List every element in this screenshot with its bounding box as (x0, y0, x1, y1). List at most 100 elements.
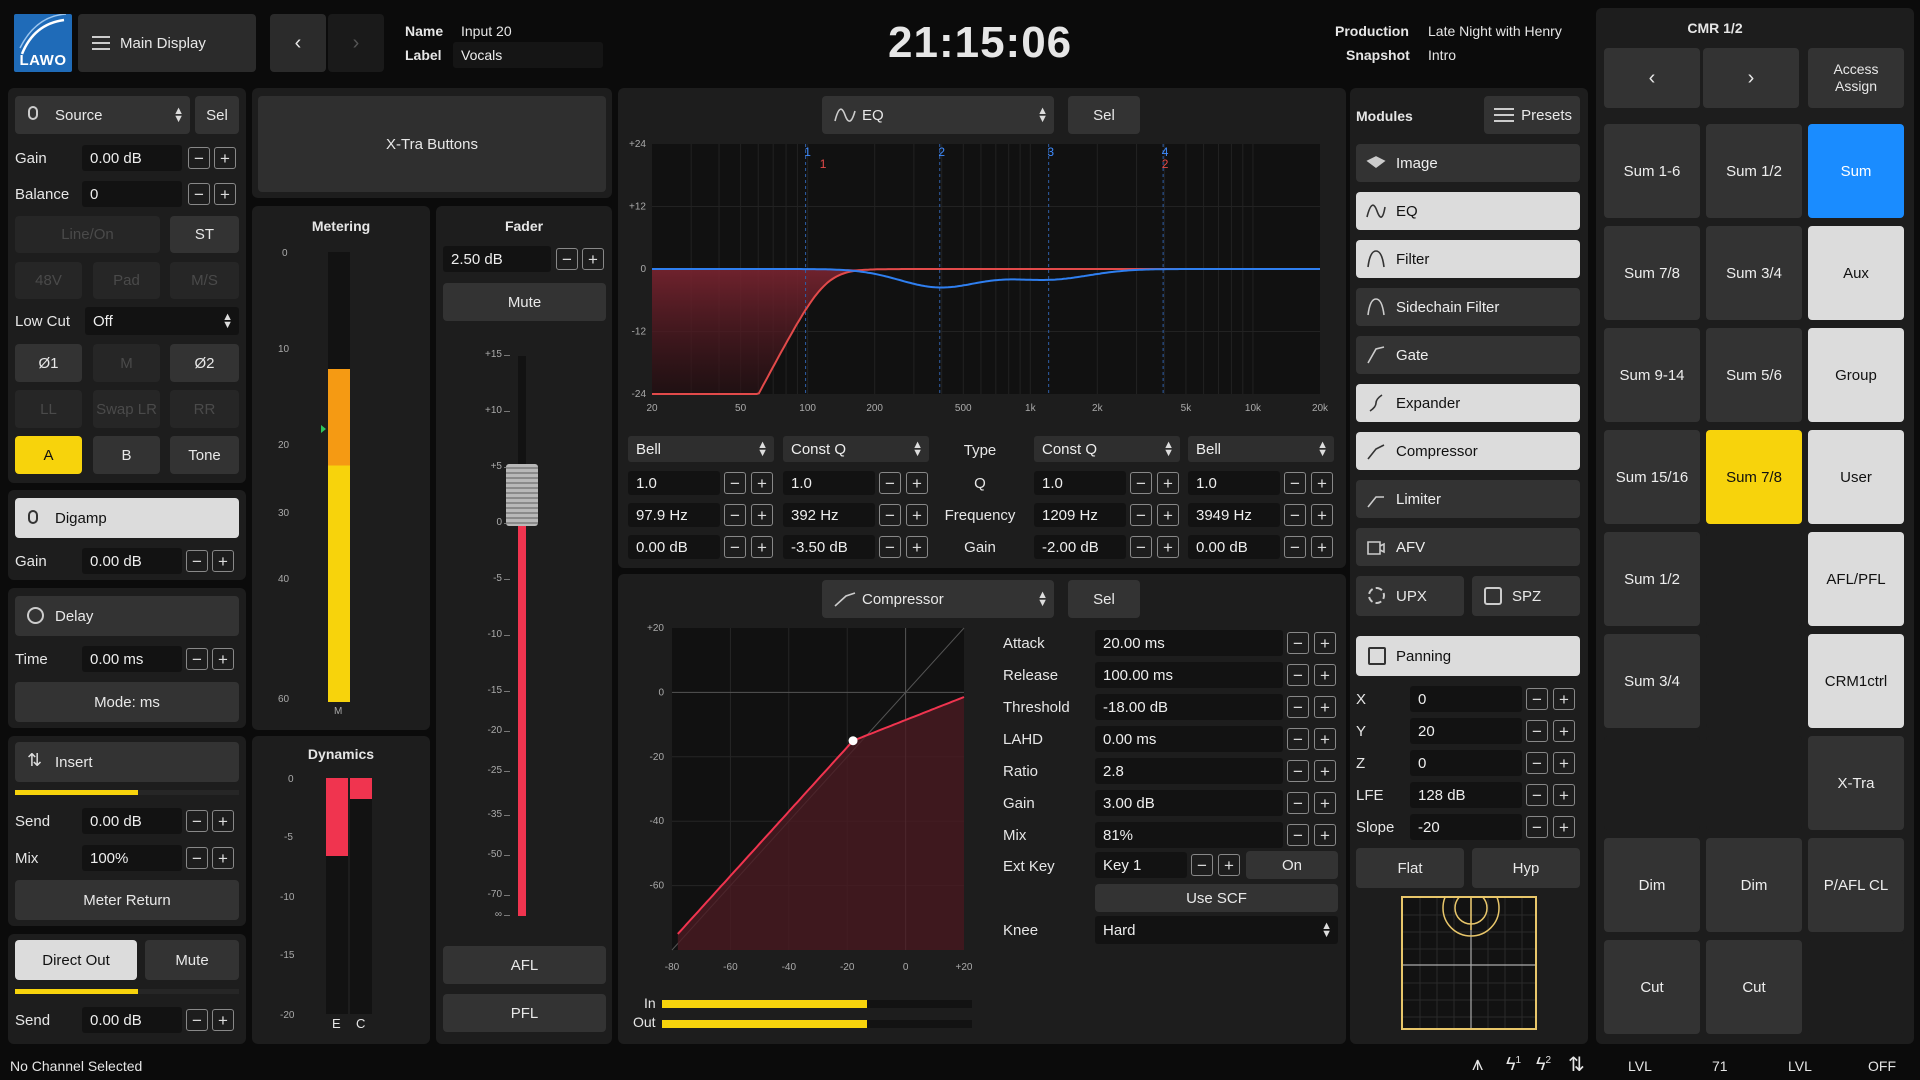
m-button[interactable]: M (93, 344, 160, 382)
prev-button[interactable]: ‹ (270, 14, 326, 72)
pan-param-minus[interactable]: − (1526, 784, 1548, 806)
lowcut-select[interactable]: Off ▲ ▼ (85, 307, 239, 335)
eq-band-gain-field[interactable]: -3.50 dB (783, 535, 875, 559)
eq-graph[interactable]: +24 +12 0 -12 -24 20 50 100 200 500 1k 2k 5k 10k 20k 1 2… (622, 134, 1342, 424)
b-button[interactable]: B (93, 436, 160, 474)
cmr-sum-1-2-button[interactable]: Sum 1/2 (1604, 532, 1700, 626)
pad-button[interactable]: Pad (93, 262, 160, 299)
pan-param-field[interactable]: -20 (1410, 814, 1522, 840)
cmr-sum-3-4-button[interactable]: Sum 3/4 (1604, 634, 1700, 728)
extkey-minus[interactable]: − (1191, 854, 1213, 876)
eq-band-freq-plus[interactable]: + (751, 504, 773, 526)
p48v-button[interactable]: 48V (15, 262, 82, 299)
module-image-button[interactable]: Image (1356, 144, 1580, 182)
cmr-sum-1-6-button[interactable]: Sum 1-6 (1604, 124, 1700, 218)
fader-plus[interactable]: + (582, 248, 604, 270)
comp-param-field[interactable]: 20.00 ms (1095, 630, 1283, 656)
eq-module-select[interactable]: EQ ▲ ▼ (822, 96, 1054, 134)
eq-band-freq-plus[interactable]: + (1311, 504, 1333, 526)
eq-band-type-select[interactable]: Bell ▲ ▼ (628, 436, 774, 462)
eq-band-freq-field[interactable]: 3949 Hz (1188, 503, 1280, 527)
eq-band-q-minus[interactable]: − (1130, 472, 1152, 494)
comp-param-minus[interactable]: − (1287, 632, 1309, 654)
insert-send-field[interactable]: 0.00 dB (82, 808, 182, 834)
comp-param-minus[interactable]: − (1287, 664, 1309, 686)
comp-param-plus[interactable]: + (1314, 664, 1336, 686)
direct-send-minus[interactable]: − (186, 1009, 208, 1031)
eq-band-q-plus[interactable]: + (751, 472, 773, 494)
rr-button[interactable]: RR (170, 390, 239, 428)
cmr-sum-1-2-button[interactable]: Sum 1/2 (1706, 124, 1802, 218)
flash-1-icon[interactable]: ϟ1 (1506, 1054, 1521, 1075)
cmr-aux-button[interactable]: Aux (1808, 226, 1904, 320)
eq-band-marker-label[interactable]: 1 (804, 145, 811, 159)
phi2-button[interactable]: Ø2 (170, 344, 239, 382)
eq-band-marker-label[interactable]: 3 (1047, 145, 1054, 159)
panning-button[interactable]: Panning (1356, 636, 1580, 676)
source-gain-plus[interactable]: + (214, 147, 236, 169)
insert-send-minus[interactable]: − (186, 810, 208, 832)
cmr-afl-pfl-button[interactable]: AFL/PFL (1808, 532, 1904, 626)
ll-button[interactable]: LL (15, 390, 82, 428)
afl-button[interactable]: AFL (443, 946, 606, 984)
eq-band-gain-plus[interactable]: + (1157, 536, 1179, 558)
extkey-field[interactable]: Key 1 (1095, 852, 1187, 878)
eq-band-gain-field[interactable]: 0.00 dB (628, 535, 720, 559)
cmr-sum-15-16-button[interactable]: Sum 15/16 (1604, 430, 1700, 524)
insert-mix-minus[interactable]: − (186, 847, 208, 869)
module-eq-button[interactable]: EQ (1356, 192, 1580, 230)
spz-button[interactable]: SPZ (1472, 576, 1580, 616)
comp-param-minus[interactable]: − (1287, 696, 1309, 718)
cmr-crm1ctrl-button[interactable]: CRM1ctrl (1808, 634, 1904, 728)
eq-band-gain-field[interactable]: -2.00 dB (1034, 535, 1126, 559)
pan-param-minus[interactable]: − (1526, 688, 1548, 710)
fader-minus[interactable]: − (556, 248, 578, 270)
eq-band-freq-plus[interactable]: + (906, 504, 928, 526)
comp-param-minus[interactable]: − (1287, 760, 1309, 782)
pan-param-minus[interactable]: − (1526, 720, 1548, 742)
module-filter-button[interactable]: Filter (1356, 240, 1580, 278)
cmr-dim-button[interactable]: Dim (1706, 838, 1802, 932)
comp-param-field[interactable]: -18.00 dB (1095, 694, 1283, 720)
direct-mute-button[interactable]: Mute (145, 940, 239, 980)
eq-band-q-field[interactable]: 1.0 (1188, 471, 1280, 495)
compressor-graph[interactable]: +20 0 -20 -40 -60 -80 -60 -40 -20 0 +20 (622, 618, 992, 988)
pan-param-minus[interactable]: − (1526, 816, 1548, 838)
eq-band-gain-minus[interactable]: − (879, 536, 901, 558)
cmr-sum-7-8-button[interactable]: Sum 7/8 (1706, 430, 1802, 524)
cmr-group-button[interactable]: Group (1808, 328, 1904, 422)
module-sidechain-filter-button[interactable]: Sidechain Filter (1356, 288, 1580, 326)
cmr-prev-button[interactable]: ‹ (1604, 48, 1700, 108)
module-afv-button[interactable]: AFV (1356, 528, 1580, 566)
eq-band-q-minus[interactable]: − (724, 472, 746, 494)
eq-sel-button[interactable]: Sel (1068, 96, 1140, 134)
delay-button[interactable]: Delay (15, 596, 239, 636)
cmr-cut-button[interactable]: Cut (1706, 940, 1802, 1034)
module-gate-button[interactable]: Gate (1356, 336, 1580, 374)
eq-band-gain-minus[interactable]: − (1130, 536, 1152, 558)
eq-band-q-plus[interactable]: + (1311, 472, 1333, 494)
flash-2-icon[interactable]: ϟ2 (1536, 1054, 1551, 1075)
module-compressor-button[interactable]: Compressor (1356, 432, 1580, 470)
source-select[interactable]: Source ▲ ▼ (15, 96, 190, 134)
pan-param-field[interactable]: 0 (1410, 686, 1522, 712)
extkey-plus[interactable]: + (1218, 854, 1240, 876)
comp-param-plus[interactable]: + (1314, 696, 1336, 718)
cmr-p-afl-cl-button[interactable]: P/AFL CL (1808, 838, 1904, 932)
eq-band-freq-minus[interactable]: − (1284, 504, 1306, 526)
eq-band-marker-label[interactable]: 2 (938, 145, 945, 159)
pan-param-plus[interactable]: + (1553, 688, 1575, 710)
compressor-sel-button[interactable]: Sel (1068, 580, 1140, 618)
cmr-sum-9-14-button[interactable]: Sum 9-14 (1604, 328, 1700, 422)
presets-button[interactable]: Presets (1484, 96, 1580, 134)
fader-mute-button[interactable]: Mute (443, 283, 606, 321)
insert-button[interactable]: ⇅ Insert (15, 742, 239, 782)
balance-minus[interactable]: − (188, 183, 210, 205)
swap-arrows-icon[interactable]: ⇅ (1568, 1052, 1585, 1077)
line-on-button[interactable]: Line/On (15, 216, 160, 253)
knee-select[interactable]: Hard ▲ ▼ (1095, 916, 1338, 944)
comp-param-field[interactable]: 3.00 dB (1095, 790, 1283, 816)
compressor-module-select[interactable]: Compressor ▲ ▼ (822, 580, 1054, 618)
pan-param-field[interactable]: 0 (1410, 750, 1522, 776)
eq-band-q-plus[interactable]: + (1157, 472, 1179, 494)
